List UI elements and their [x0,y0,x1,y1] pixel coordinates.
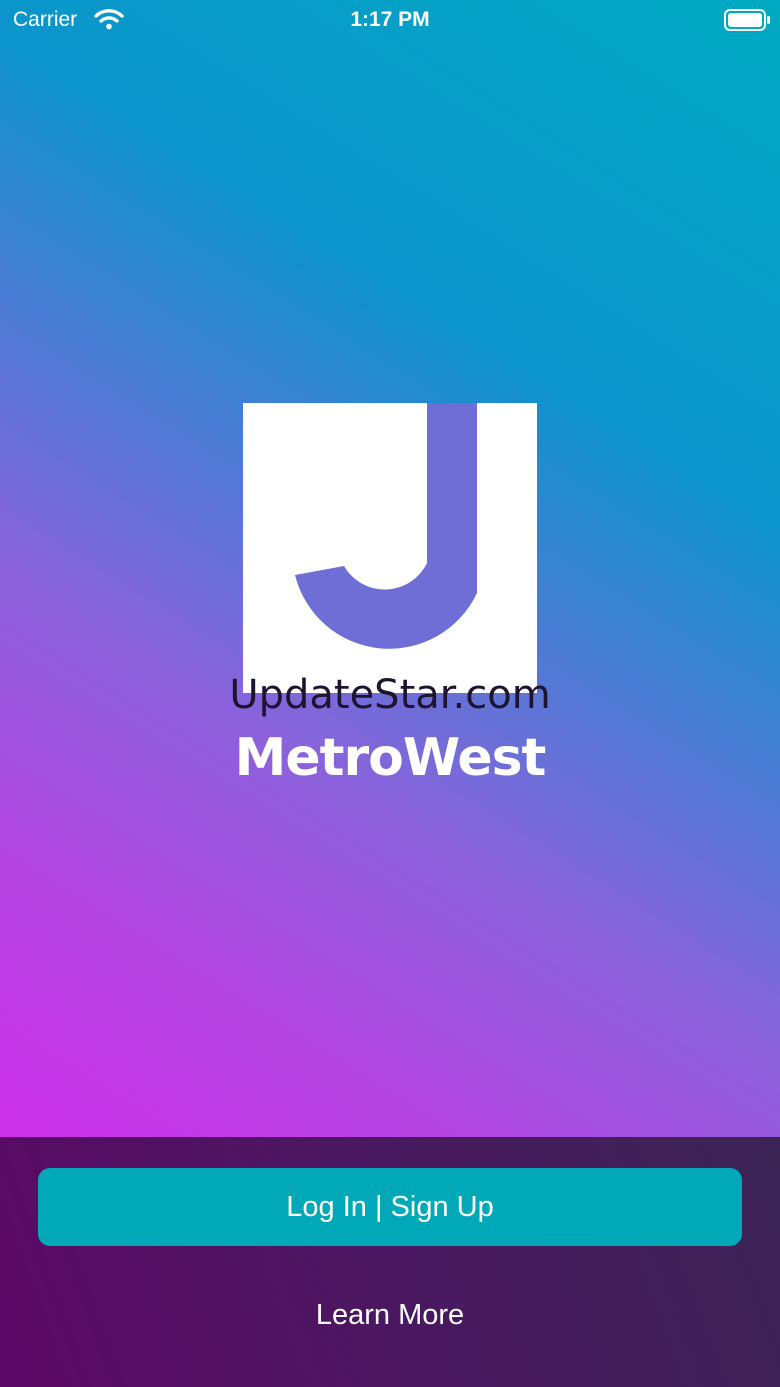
brand-name: MetroWest [234,728,547,788]
watermark-text: UpdateStar.com [229,672,551,718]
status-bar: Carrier 1:17 PM [0,0,780,40]
login-signup-button[interactable]: Log In | Sign Up [38,1168,742,1246]
splash-screen: Carrier 1:17 PM UpdateStar.com MetroWest… [0,0,780,1387]
status-time: 1:17 PM [350,8,430,31]
j-logo-icon [243,403,537,693]
learn-more-link[interactable]: Learn More [0,1299,780,1332]
bottom-action-panel: Log In | Sign Up Learn More [0,1137,780,1387]
battery-icon [724,9,772,37]
